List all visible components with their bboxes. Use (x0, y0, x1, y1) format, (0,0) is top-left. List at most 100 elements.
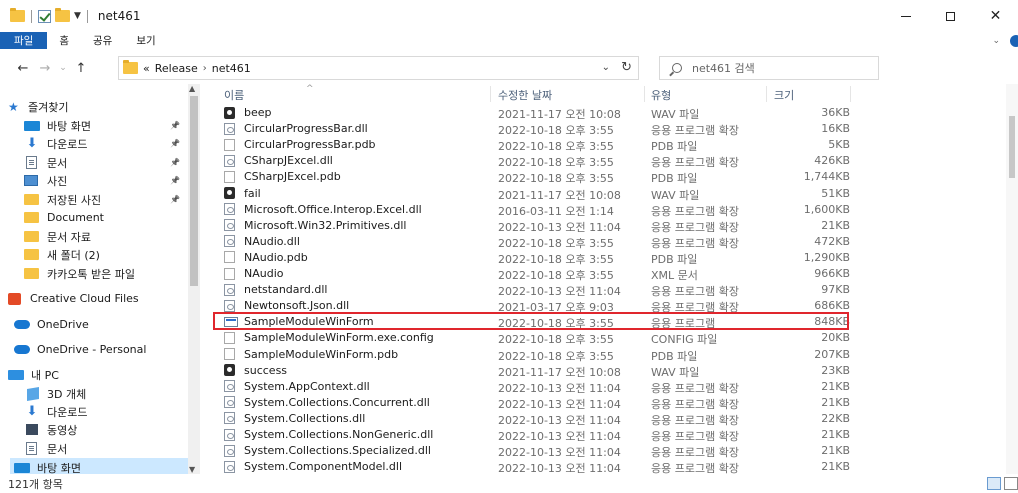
scroll-up-icon[interactable]: ▲ (189, 84, 195, 93)
table-row[interactable]: CircularProgressBar.pdb 2022-10-18 오후 3:5… (210, 137, 860, 153)
tab-home[interactable]: 홈 (47, 32, 81, 49)
column-divider[interactable] (490, 86, 491, 102)
table-row[interactable]: System.Collections.Specialized.dll 2022-1… (210, 443, 860, 459)
file-name-cell: System.Collections.Specialized.dll (224, 444, 431, 457)
properties-icon[interactable] (38, 9, 51, 23)
sidebar-item-0[interactable]: ★ 즐겨찾기 (0, 97, 188, 116)
table-row[interactable]: CSharpJExcel.pdb 2022-10-18 오후 3:55 PDB 파일… (210, 169, 860, 185)
sidebar-item-10[interactable]: Creative Cloud Files (0, 289, 188, 308)
pin-icon[interactable]: 📌 (170, 121, 180, 130)
scrollbar-thumb[interactable] (1009, 116, 1015, 178)
customize-toolbar-chevron-icon[interactable]: ▼ (74, 11, 81, 21)
breadcrumb-release[interactable]: Release (155, 62, 198, 75)
new-folder-icon[interactable] (55, 8, 70, 22)
breadcrumb-net461[interactable]: net461 (212, 62, 251, 75)
sidebar-item-9[interactable]: 카카오톡 받은 파일 (0, 264, 188, 283)
expand-ribbon-chevron-icon[interactable]: ⌄ (992, 36, 1000, 46)
sidebar-item-13[interactable]: 내 PC (0, 365, 188, 384)
file-date: 2022-10-13 오전 11:04 (498, 397, 621, 411)
table-row[interactable]: Microsoft.Office.Interop.Excel.dll 2016-0… (210, 202, 860, 218)
sidebar-item-5[interactable]: 저장된 사진 📌 (0, 190, 188, 209)
sidebar-item-12[interactable]: OneDrive - Personal (0, 340, 188, 359)
tab-file[interactable]: 파일 (0, 32, 48, 49)
sidebar-item-6[interactable]: Document (0, 208, 188, 227)
table-row[interactable]: CircularProgressBar.dll 2022-10-18 오후 3:5… (210, 121, 860, 137)
breadcrumb-separator-icon[interactable]: › (203, 63, 207, 74)
column-divider[interactable] (850, 86, 851, 102)
sidebar-item-7[interactable]: 문서 자료 (0, 227, 188, 246)
table-row[interactable]: System.AppContext.dll 2022-10-13 오전 11:04… (210, 379, 860, 395)
table-row[interactable]: NAudio 2022-10-18 오후 3:55 XML 문서 966KB (210, 266, 860, 282)
column-header-name[interactable]: 이름 ^ (224, 84, 314, 104)
search-box[interactable]: net461 검색 (659, 56, 879, 80)
sidebar-item-15[interactable]: ⬇ 다운로드 (0, 402, 188, 421)
column-divider[interactable] (644, 86, 645, 102)
table-row[interactable]: success 2021-11-17 오전 10:08 WAV 파일 23KB (210, 363, 860, 379)
address-bar[interactable]: « Release › net461 ⌄ ↻ (118, 56, 639, 80)
sidebar-item-1[interactable]: 바탕 화면 📌 (0, 116, 188, 135)
table-row[interactable]: NAudio.dll 2022-10-18 오후 3:55 응용 프로그램 확장 47… (210, 234, 860, 250)
navigation-pane-scrollbar[interactable]: ▲ ▼ (188, 84, 200, 474)
file-name-cell: SampleModuleWinForm.exe.config (224, 331, 434, 344)
file-name: netstandard.dll (244, 283, 328, 297)
help-icon[interactable] (1010, 34, 1018, 47)
file-size: 97KB (821, 283, 850, 297)
sidebar-item-11[interactable]: OneDrive (0, 315, 188, 334)
minimize-button[interactable] (883, 0, 928, 32)
table-row[interactable]: System.Collections.Concurrent.dll 2022-10… (210, 395, 860, 411)
table-row[interactable]: System.Collections.dll 2022-10-13 오전 11:0… (210, 411, 860, 427)
close-button[interactable]: ✕ (973, 0, 1018, 32)
sidebar-item-3[interactable]: 문서 📌 (0, 153, 188, 172)
maximize-button[interactable] (928, 0, 973, 32)
sidebar-item-2[interactable]: ⬇ 다운로드 📌 (0, 134, 188, 153)
scrollbar-thumb[interactable] (190, 96, 198, 286)
table-row[interactable]: NAudio.pdb 2022-10-18 오후 3:55 PDB 파일 1,290K… (210, 250, 860, 266)
sidebar-item-14[interactable]: 3D 개체 (0, 384, 188, 403)
table-row[interactable]: SampleModuleWinForm.pdb 2022-10-18 오후 3:5… (210, 347, 860, 363)
column-header-size[interactable]: 크기 (774, 86, 794, 104)
pin-icon[interactable]: 📌 (170, 158, 180, 167)
table-row[interactable]: System.ComponentModel.dll 2022-10-13 오전 1… (210, 459, 860, 474)
up-arrow-icon[interactable]: ↑ (70, 61, 92, 76)
ribbon-tabs: 파일 홈 공유 보기 ⌄ (0, 32, 1018, 49)
forward-arrow-icon[interactable]: → (34, 61, 56, 76)
pin-icon[interactable]: 📌 (170, 139, 180, 148)
sidebar-item-17[interactable]: 문서 (0, 439, 188, 458)
table-row[interactable]: netstandard.dll 2022-10-13 오전 11:04 응용 프로그… (210, 282, 860, 298)
table-row[interactable]: Microsoft.Win32.Primitives.dll 2022-10-13… (210, 218, 860, 234)
tab-share[interactable]: 공유 (81, 32, 124, 49)
file-name: Microsoft.Office.Interop.Excel.dll (244, 202, 422, 216)
file-size: 1,744KB (803, 170, 850, 184)
sidebar-item-18[interactable]: 바탕 화면 (10, 458, 188, 474)
sidebar-item-4[interactable]: 사진 📌 (0, 171, 188, 190)
tab-view[interactable]: 보기 (124, 32, 167, 49)
file-name: System.AppContext.dll (244, 379, 370, 393)
file-date: 2022-10-13 오전 11:04 (498, 430, 621, 443)
recent-locations-chevron-icon[interactable]: ⌄ (56, 63, 70, 73)
details-view-icon[interactable] (987, 477, 1001, 490)
back-arrow-icon[interactable]: ← (12, 61, 34, 76)
pin-icon[interactable]: 📌 (170, 195, 180, 204)
file-name-cell: success (224, 364, 287, 377)
dll-file-icon (224, 219, 235, 232)
table-row[interactable]: CSharpJExcel.dll 2022-10-18 오후 3:55 응용 프로그… (210, 153, 860, 169)
file-date: 2022-10-18 오후 3:55 (498, 349, 614, 363)
window-title: net461 (97, 9, 141, 23)
breadcrumb-overflow[interactable]: « (143, 62, 150, 75)
table-row[interactable]: SampleModuleWinForm.exe.config 2022-10-18… (210, 330, 860, 346)
column-header-type[interactable]: 유형 (651, 86, 671, 104)
column-divider[interactable] (766, 86, 767, 102)
table-row[interactable]: fail 2021-11-17 오전 10:08 WAV 파일 51KB (210, 186, 860, 202)
large-icons-view-icon[interactable] (1004, 477, 1018, 490)
pin-icon[interactable]: 📌 (170, 176, 180, 185)
refresh-icon[interactable]: ↻ (621, 60, 632, 75)
table-row[interactable]: beep 2021-11-17 오전 10:08 WAV 파일 36KB (210, 105, 860, 121)
scroll-down-icon[interactable]: ▼ (189, 465, 195, 474)
sidebar-item-16[interactable]: 동영상 (0, 420, 188, 439)
sidebar-item-8[interactable]: 새 폴더 (2) (0, 245, 188, 264)
address-dropdown-chevron-icon[interactable]: ⌄ (602, 62, 610, 73)
dll-file-icon (224, 235, 235, 248)
table-row[interactable]: System.Collections.NonGeneric.dll 2022-10… (210, 427, 860, 443)
column-header-date[interactable]: 수정한 날짜 (498, 86, 552, 104)
file-list-scrollbar[interactable] (1006, 84, 1018, 474)
